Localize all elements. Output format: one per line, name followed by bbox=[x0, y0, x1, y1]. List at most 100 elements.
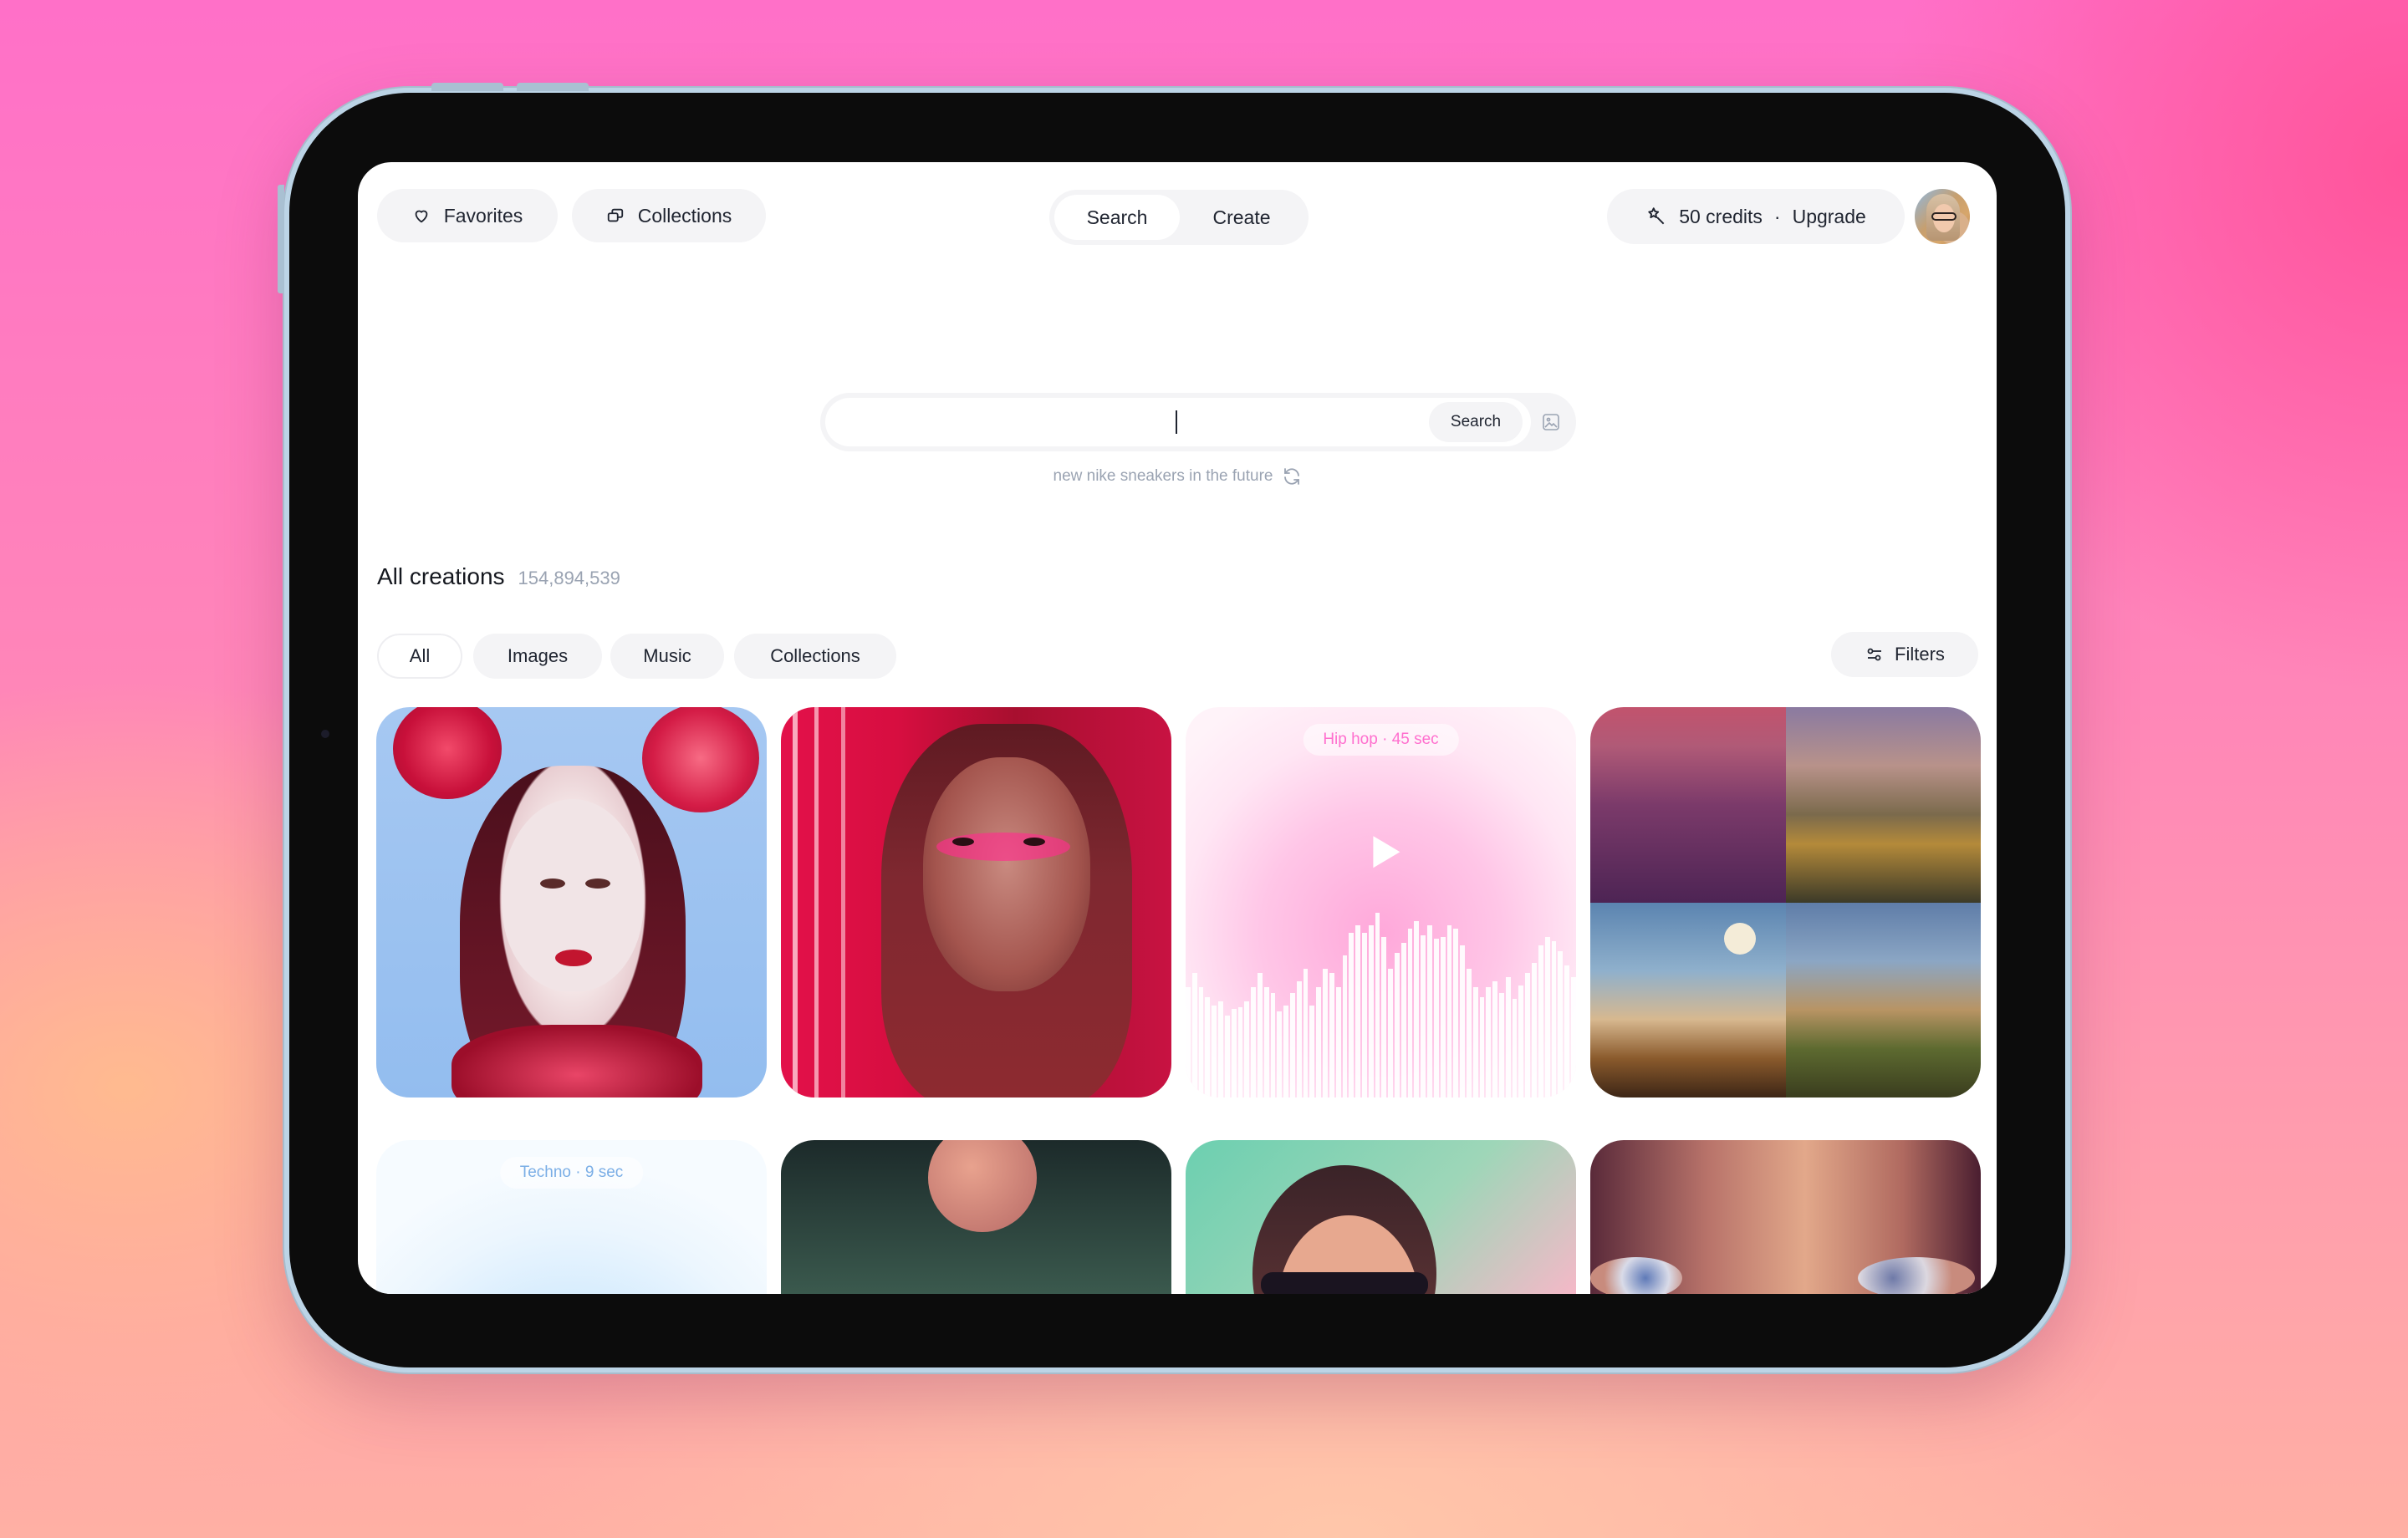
heart-icon bbox=[412, 206, 431, 225]
waveform-bar bbox=[1368, 924, 1374, 1097]
tab-search-label: Search bbox=[1086, 206, 1148, 228]
tab-label: Images bbox=[507, 645, 569, 666]
waveform-bar bbox=[1231, 1009, 1237, 1097]
tab-label: Collections bbox=[770, 645, 860, 666]
favorites-button[interactable]: Favorites bbox=[377, 189, 558, 242]
waveform-bar bbox=[1375, 913, 1380, 1097]
waveform-bar bbox=[1505, 977, 1511, 1097]
filter-tab-collections[interactable]: Collections bbox=[734, 634, 896, 679]
creation-card[interactable] bbox=[781, 1140, 1171, 1294]
search-input[interactable] bbox=[825, 398, 1531, 446]
collections-icon bbox=[606, 206, 625, 225]
waveform-bar bbox=[1290, 993, 1295, 1097]
filter-tab-images[interactable]: Images bbox=[473, 634, 602, 679]
waveform-bar bbox=[1335, 987, 1341, 1097]
waveform-bar bbox=[1237, 1007, 1243, 1097]
waveform-bar bbox=[1407, 929, 1413, 1097]
tab-search[interactable]: Search bbox=[1054, 195, 1180, 240]
filter-tab-all[interactable]: All bbox=[377, 634, 462, 679]
suggestion-text[interactable]: new nike sneakers in the future bbox=[1054, 467, 1273, 486]
waveform-bar bbox=[1440, 937, 1446, 1097]
mode-switch: Search Create bbox=[1049, 190, 1309, 245]
tab-label: Music bbox=[643, 645, 691, 666]
waveform-bar bbox=[1296, 980, 1302, 1097]
collections-label: Collections bbox=[637, 204, 732, 227]
text-caret bbox=[1176, 410, 1177, 434]
waveform-bar bbox=[1381, 937, 1387, 1097]
waveform-bar bbox=[1479, 997, 1485, 1097]
front-camera bbox=[321, 730, 329, 738]
filters-button[interactable]: Filters bbox=[1831, 632, 1978, 677]
waveform-bar bbox=[1400, 943, 1406, 1097]
waveform-bar bbox=[1532, 963, 1537, 1097]
collection-thumb bbox=[1590, 707, 1786, 903]
collections-button[interactable]: Collections bbox=[572, 189, 766, 242]
genre-tag: Techno · 9 sec bbox=[499, 1157, 644, 1189]
upgrade-link[interactable]: Upgrade bbox=[1793, 206, 1866, 228]
waveform-bar bbox=[1499, 993, 1504, 1097]
play-icon[interactable] bbox=[1372, 835, 1400, 868]
waveform-bar bbox=[1518, 985, 1524, 1097]
tab-create-label: Create bbox=[1212, 206, 1271, 228]
waveform-bar bbox=[1355, 924, 1360, 1097]
refresh-icon[interactable] bbox=[1282, 466, 1302, 486]
waveform-bar bbox=[1427, 924, 1432, 1097]
waveform-bar bbox=[1186, 987, 1191, 1097]
creation-card[interactable] bbox=[376, 707, 767, 1097]
waveform-bar bbox=[1198, 987, 1204, 1097]
search-button-label: Search bbox=[1450, 413, 1502, 430]
waveform-bar bbox=[1218, 1001, 1223, 1097]
waveform-bar bbox=[1466, 969, 1472, 1097]
collection-card[interactable] bbox=[1590, 707, 1981, 1097]
credits-label: 50 credits bbox=[1679, 205, 1763, 227]
creation-card[interactable] bbox=[1186, 1140, 1576, 1294]
waveform-bar bbox=[1446, 924, 1452, 1097]
sliders-icon bbox=[1865, 644, 1885, 665]
separator: · bbox=[1773, 205, 1781, 227]
filters-label: Filters bbox=[1895, 644, 1945, 665]
collection-thumb bbox=[1590, 902, 1786, 1097]
waveform-bar bbox=[1388, 969, 1393, 1097]
waveform-bar bbox=[1414, 920, 1420, 1097]
waveform-bar bbox=[1544, 937, 1550, 1097]
section-title: All creations bbox=[377, 563, 505, 589]
tab-label: All bbox=[409, 645, 431, 666]
waveform-bar bbox=[1512, 999, 1518, 1097]
waveform-bar bbox=[1558, 950, 1564, 1097]
tab-create[interactable]: Create bbox=[1180, 195, 1303, 240]
waveform-bar bbox=[1460, 945, 1465, 1097]
waveform-bar bbox=[1316, 987, 1322, 1097]
magic-wand-icon bbox=[1645, 206, 1667, 227]
waveform-bar bbox=[1329, 973, 1334, 1097]
search-bar: Search bbox=[820, 393, 1576, 451]
volume-button bbox=[517, 83, 589, 91]
waveform-bar bbox=[1486, 987, 1492, 1097]
waveform-bar bbox=[1283, 1005, 1288, 1097]
waveform-bar bbox=[1564, 965, 1569, 1097]
waveform-bar bbox=[1395, 953, 1400, 1097]
music-card[interactable]: Hip hop · 45 sec bbox=[1186, 707, 1576, 1097]
waveform-bar bbox=[1453, 929, 1459, 1097]
music-card[interactable]: Techno · 9 sec bbox=[376, 1140, 767, 1294]
waveform-bar bbox=[1538, 945, 1543, 1097]
waveform-bar bbox=[1191, 973, 1197, 1097]
waveform-bar bbox=[1212, 1005, 1217, 1097]
creation-card[interactable] bbox=[1590, 1140, 1981, 1294]
creation-card[interactable] bbox=[781, 707, 1171, 1097]
filter-tab-music[interactable]: Music bbox=[610, 634, 724, 679]
waveform-bar bbox=[1251, 987, 1256, 1097]
waveform-bar bbox=[1263, 987, 1269, 1097]
waveform-bar bbox=[1570, 977, 1576, 1097]
image-search-icon[interactable] bbox=[1541, 412, 1561, 432]
search-button[interactable]: Search bbox=[1429, 402, 1523, 442]
avatar[interactable] bbox=[1915, 189, 1970, 244]
credits-pill[interactable]: 50 credits · Upgrade bbox=[1607, 189, 1905, 244]
waveform-bar bbox=[1270, 993, 1276, 1097]
favorites-label: Favorites bbox=[443, 204, 523, 227]
collection-thumb bbox=[1785, 707, 1981, 903]
power-button bbox=[278, 185, 284, 293]
waveform-bar bbox=[1309, 1005, 1315, 1097]
waveform-bar bbox=[1277, 1011, 1283, 1097]
waveform-bar bbox=[1257, 973, 1263, 1097]
search-suggestion: new nike sneakers in the future bbox=[358, 466, 1997, 486]
